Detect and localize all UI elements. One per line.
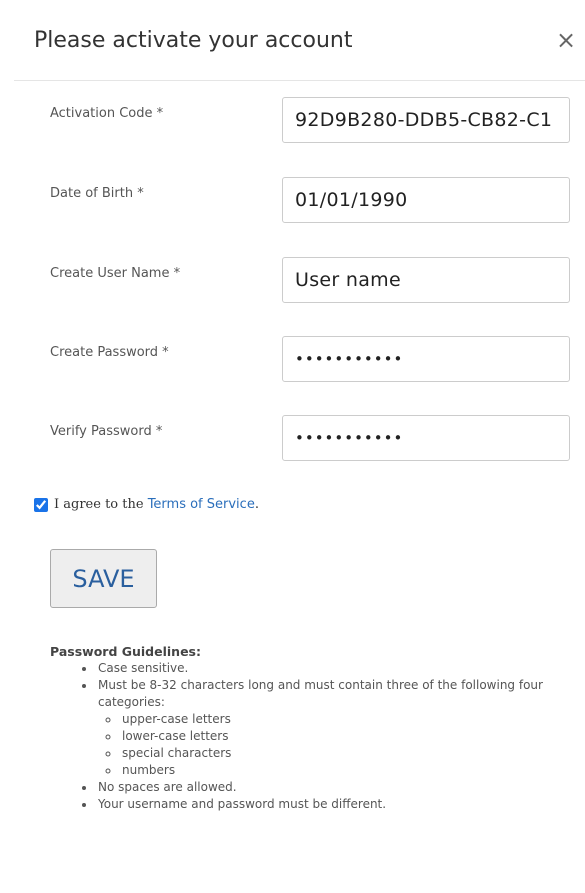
create-password-label: Create Password * bbox=[50, 345, 169, 360]
guideline-item-text: Must be 8-32 characters long and must co… bbox=[98, 678, 543, 709]
terms-prefix: I agree to the bbox=[54, 497, 148, 512]
terms-agreement-text: I agree to the Terms of Service. bbox=[54, 497, 259, 512]
category-item: lower-case letters bbox=[120, 728, 570, 745]
guideline-item: Your username and password must be diffe… bbox=[96, 796, 570, 813]
date-of-birth-row: Date of Birth * bbox=[0, 177, 585, 225]
verify-password-label: Verify Password * bbox=[50, 424, 163, 439]
user-name-row: Create User Name * bbox=[0, 257, 585, 305]
activation-code-input[interactable] bbox=[282, 97, 570, 143]
password-guidelines: Password Guidelines: Case sensitive. Mus… bbox=[50, 643, 570, 813]
dialog-header: Please activate your account bbox=[14, 0, 585, 81]
activation-code-row: Activation Code * bbox=[0, 97, 585, 145]
verify-password-input[interactable] bbox=[282, 415, 570, 461]
password-categories-list: upper-case letters lower-case letters sp… bbox=[98, 711, 570, 779]
create-password-input[interactable] bbox=[282, 336, 570, 382]
password-guidelines-title: Password Guidelines: bbox=[50, 644, 201, 659]
verify-password-row: Verify Password * bbox=[0, 415, 585, 463]
terms-of-service-link[interactable]: Terms of Service bbox=[148, 497, 255, 512]
create-password-row: Create Password * bbox=[0, 336, 585, 384]
terms-suffix: . bbox=[254, 497, 259, 512]
password-guidelines-list: Case sensitive. Must be 8-32 characters … bbox=[50, 660, 570, 813]
category-item: numbers bbox=[120, 762, 570, 779]
terms-agreement: I agree to the Terms of Service. bbox=[34, 496, 554, 516]
close-button[interactable]: × bbox=[551, 25, 581, 55]
guideline-item: Case sensitive. bbox=[96, 660, 570, 677]
guideline-item: Must be 8-32 characters long and must co… bbox=[96, 677, 570, 779]
dialog-title: Please activate your account bbox=[34, 28, 353, 53]
date-of-birth-input[interactable] bbox=[282, 177, 570, 223]
category-item: upper-case letters bbox=[120, 711, 570, 728]
user-name-label: Create User Name * bbox=[50, 266, 181, 281]
activation-code-label: Activation Code * bbox=[50, 106, 164, 121]
user-name-input[interactable] bbox=[282, 257, 570, 303]
category-item: special characters bbox=[120, 745, 570, 762]
date-of-birth-label: Date of Birth * bbox=[50, 186, 144, 201]
terms-checkbox[interactable] bbox=[34, 498, 48, 512]
activate-account-dialog: Please activate your account × Activatio… bbox=[0, 0, 585, 893]
save-button[interactable]: SAVE bbox=[50, 549, 157, 608]
guideline-item: No spaces are allowed. bbox=[96, 779, 570, 796]
